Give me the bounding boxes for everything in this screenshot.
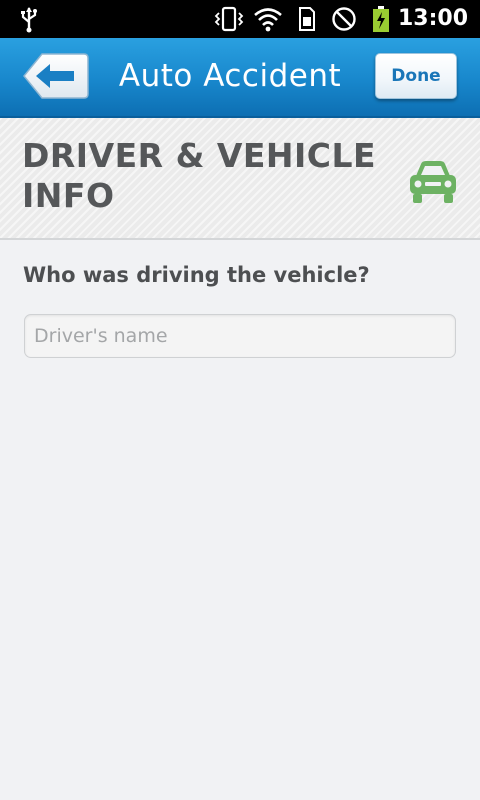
car-icon xyxy=(410,161,456,203)
usb-icon xyxy=(16,4,42,34)
status-bar: 13:00 xyxy=(0,0,480,38)
wifi-icon xyxy=(252,4,284,34)
done-button[interactable]: Done xyxy=(375,53,457,99)
vibrate-icon xyxy=(212,4,246,34)
sim-icon xyxy=(296,4,318,34)
driver-name-input[interactable] xyxy=(24,314,456,358)
driver-question: Who was driving the vehicle? xyxy=(23,263,370,287)
no-sync-icon xyxy=(330,4,358,34)
action-bar: Auto Accident Done xyxy=(0,38,480,118)
status-time: 13:00 xyxy=(397,6,468,31)
battery-charging-icon xyxy=(370,4,392,34)
section-title: DRIVER & VEHICLE INFO xyxy=(22,136,377,215)
back-button[interactable] xyxy=(22,52,90,100)
screen-title: Auto Accident xyxy=(118,58,342,94)
back-arrow-icon xyxy=(23,53,89,99)
